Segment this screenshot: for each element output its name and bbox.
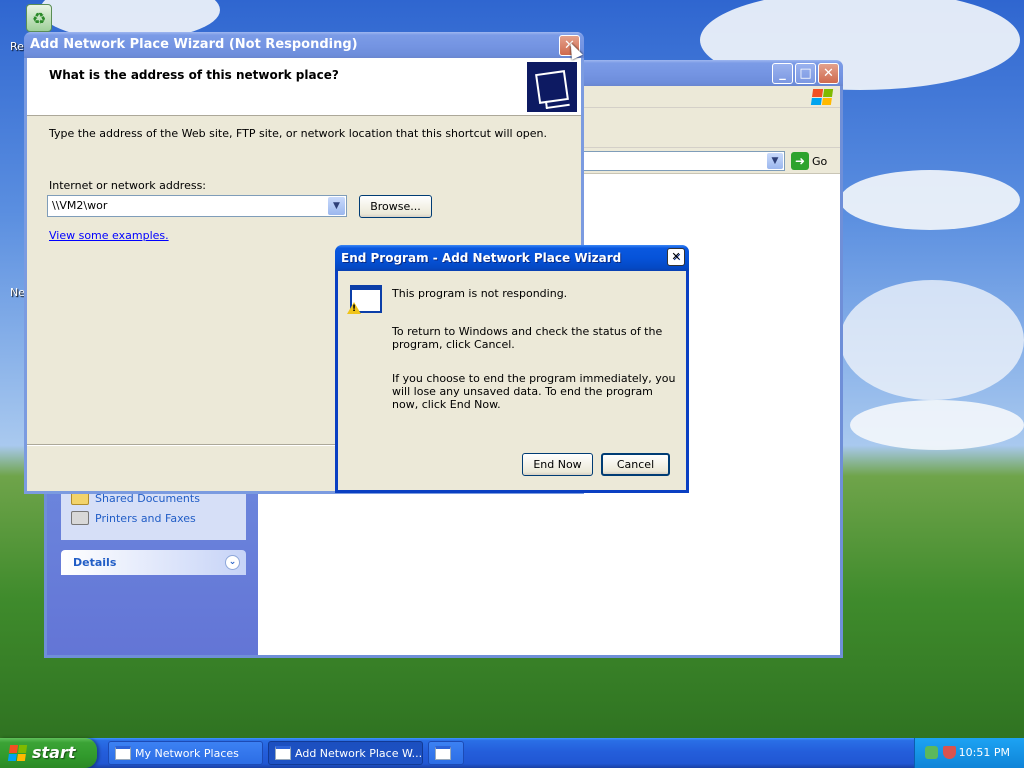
minimize-button[interactable]: _ [772, 63, 793, 84]
network-address-input[interactable]: \\VM2\wor ▼ [47, 195, 347, 217]
taskbar-item-end-program[interactable] [428, 741, 464, 765]
network-tray-icon[interactable] [925, 746, 938, 759]
wallpaper-cloud [850, 400, 1024, 450]
end-now-instructions-text: If you choose to end the program immedia… [392, 372, 676, 411]
go-label: Go [812, 154, 828, 168]
wizard-heading: What is the address of this network plac… [49, 68, 339, 82]
address-label: Internet or network address: [49, 179, 207, 192]
network-places-icon [115, 746, 131, 760]
view-examples-link[interactable]: View some examples. [49, 229, 169, 242]
taskbar-item-wizard[interactable]: Add Network Place W... [268, 741, 423, 765]
clock: 10:51 PM [958, 746, 1010, 759]
address-input[interactable]: ▼ [577, 151, 785, 171]
wallpaper-cloud [840, 170, 1020, 230]
taskbar-item-label: My Network Places [135, 747, 239, 760]
not-responding-text: This program is not responding. [392, 287, 568, 300]
wizard-titlebar[interactable]: Add Network Place Wizard (Not Responding… [24, 32, 584, 58]
maximize-button[interactable]: □ [795, 63, 816, 84]
windows-logo-icon [7, 745, 28, 761]
desktop-label-recycle: Re [10, 40, 24, 53]
warning-icon: ! [347, 302, 361, 314]
chevron-down-icon[interactable]: ▼ [767, 153, 783, 169]
network-folder-icon [527, 62, 577, 112]
window-icon [435, 746, 451, 760]
taskbar-item-label: Add Network Place W... [295, 747, 423, 760]
recycle-bin-icon[interactable]: ♻ [26, 4, 54, 32]
desktop-label-network: Ne [10, 286, 25, 299]
go-arrow-icon: ➜ [791, 152, 809, 170]
system-tray: 10:51 PM [914, 738, 1024, 768]
windows-logo-icon [810, 89, 834, 105]
end-now-button[interactable]: End Now [522, 453, 593, 476]
taskbar: start My Network Places Add Network Plac… [0, 738, 1024, 768]
wizard-title: Add Network Place Wizard (Not Responding… [30, 37, 358, 52]
recycle-icon: ♻ [26, 4, 52, 32]
start-label: start [32, 743, 76, 762]
wallpaper-cloud [840, 280, 1024, 400]
cancel-button[interactable]: Cancel [601, 453, 670, 476]
chevron-down-icon[interactable]: ⌄ [225, 555, 240, 570]
browse-button[interactable]: Browse... [359, 195, 432, 218]
start-button[interactable]: start [0, 738, 97, 768]
close-button[interactable]: ✕ [818, 63, 839, 84]
task-link-printers[interactable]: Printers and Faxes [61, 508, 246, 528]
printer-icon [71, 511, 89, 525]
window-icon [275, 746, 291, 760]
taskbar-item-my-network-places[interactable]: My Network Places [108, 741, 263, 765]
go-button[interactable]: ➜ Go [791, 151, 827, 171]
end-program-titlebar[interactable]: End Program - Add Network Place Wizard ✕ [335, 245, 689, 271]
network-address-value: \\VM2\wor [52, 199, 108, 212]
chevron-down-icon[interactable]: ▼ [328, 197, 345, 215]
wizard-description: Type the address of the Web site, FTP si… [49, 127, 548, 140]
end-program-dialog[interactable]: End Program - Add Network Place Wizard ✕… [335, 245, 689, 493]
security-shield-icon[interactable] [943, 746, 956, 759]
cancel-instructions-text: To return to Windows and check the statu… [392, 325, 663, 351]
wizard-header: What is the address of this network plac… [27, 58, 581, 116]
details-header[interactable]: Details ⌄ [61, 550, 246, 575]
details-label: Details [73, 556, 117, 569]
close-button[interactable]: ✕ [667, 248, 685, 266]
end-program-title: End Program - Add Network Place Wizard [341, 251, 622, 265]
task-link-label: Printers and Faxes [95, 511, 196, 525]
